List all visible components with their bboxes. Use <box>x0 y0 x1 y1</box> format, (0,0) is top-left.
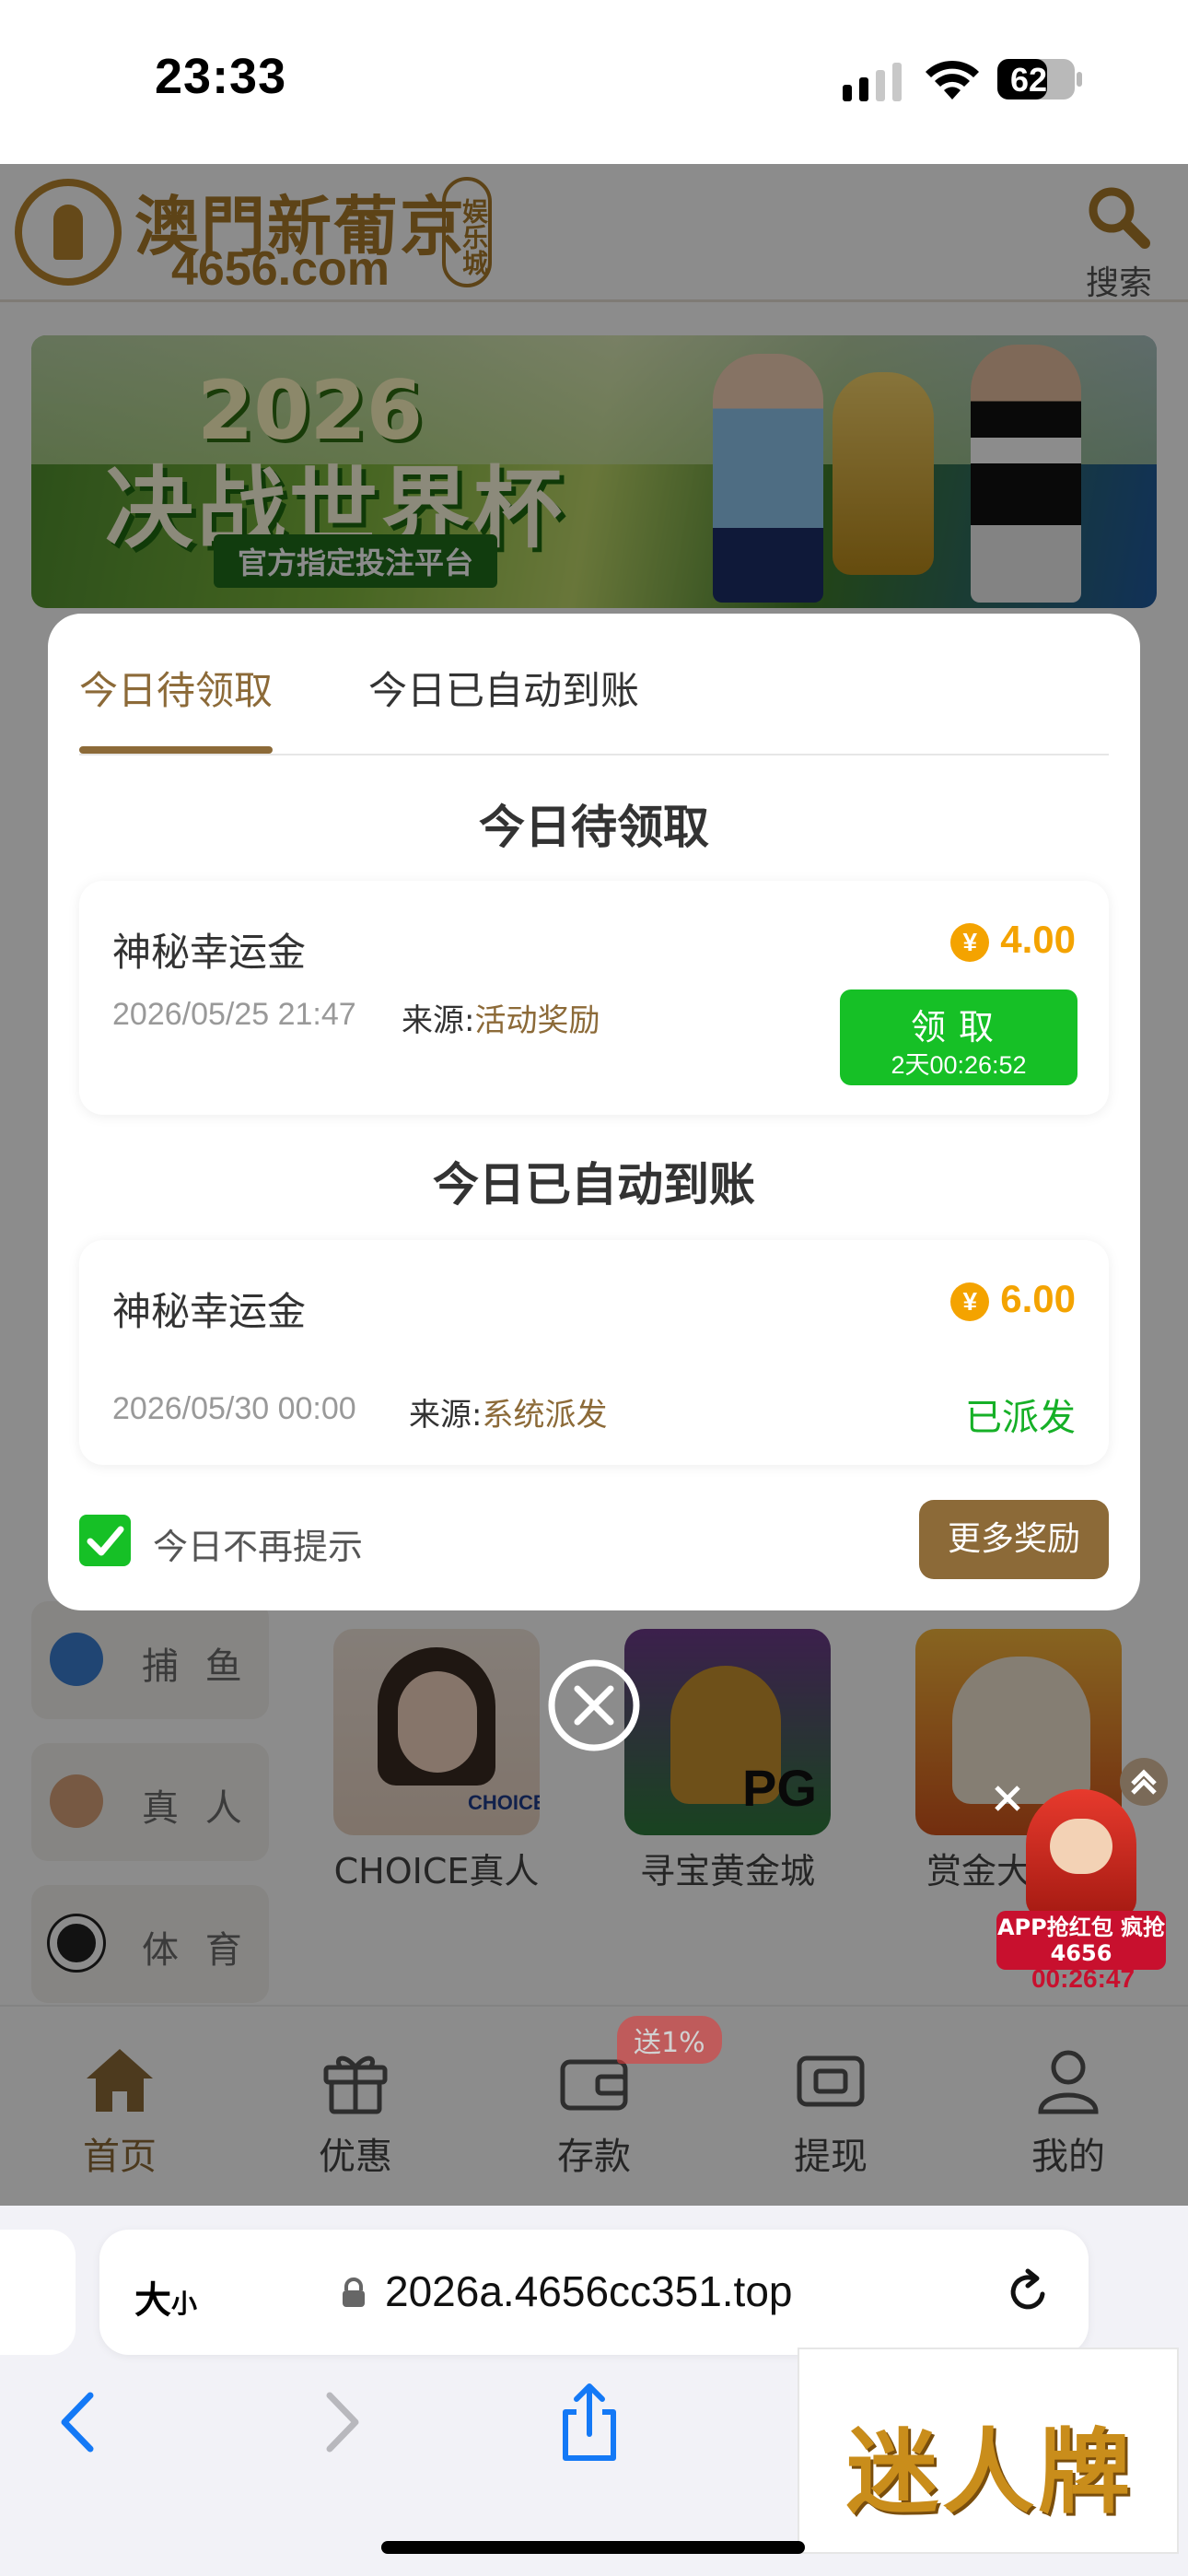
battery-icon: 62 <box>997 57 1084 101</box>
promo-close-icon[interactable] <box>989 1780 1026 1817</box>
scroll-top-icon[interactable] <box>1118 1756 1170 1808</box>
deposit-bonus-badge: 送1% <box>617 2016 722 2064</box>
reward-modal: 今日待领取 今日已自动到账 今日待领取 神秘幸运金 ¥4.00 2026/05/… <box>48 614 1140 1610</box>
reward-source: 来源:活动奖励 <box>402 995 600 1040</box>
page-settings-button[interactable]: 大小 <box>134 2270 197 2324</box>
promo-face <box>1050 1819 1112 1874</box>
previous-tab-peek[interactable] <box>0 2230 76 2355</box>
reward-amount: ¥6.00 <box>950 1277 1076 1321</box>
close-icon[interactable] <box>545 1657 643 1754</box>
status-time: 23:33 <box>155 49 287 104</box>
claim-label: 领取 <box>910 1007 1007 1048</box>
share-icon[interactable] <box>553 2381 626 2464</box>
more-rewards-button[interactable]: 更多奖励 <box>919 1500 1109 1579</box>
reward-date: 2026/05/25 21:47 <box>112 997 356 1032</box>
paid-status: 已派发 <box>965 1397 1076 1439</box>
claim-countdown: 2天00:26:52 <box>891 1051 1027 1079</box>
watermark-logo: 迷人牌 <box>798 2348 1179 2554</box>
url-text[interactable]: 2026a.4656cc351.top <box>385 2266 793 2316</box>
reward-amount-value: 4.00 <box>1000 918 1076 961</box>
credited-section-title: 今日已自动到账 <box>433 1158 755 1212</box>
cellular-signal-icon <box>843 63 902 101</box>
tab-pending[interactable]: 今日待领取 <box>79 660 273 716</box>
reward-amount: ¥4.00 <box>950 918 1076 962</box>
source-value: 活动奖励 <box>474 1002 600 1039</box>
wifi-icon <box>926 60 979 100</box>
lock-icon <box>343 2277 365 2307</box>
tab-credited[interactable]: 今日已自动到账 <box>368 660 639 716</box>
claim-button[interactable]: 领取 2天00:26:52 <box>840 989 1077 1085</box>
reload-icon[interactable] <box>1002 2266 1054 2318</box>
yuan-coin-icon: ¥ <box>950 923 990 962</box>
address-bar[interactable]: 大小 2026a.4656cc351.top <box>99 2230 1089 2355</box>
yuan-coin-icon: ¥ <box>950 1282 990 1321</box>
source-label: 来源: <box>402 1002 475 1039</box>
source-value: 系统派发 <box>482 1397 608 1434</box>
reward-name: 神秘幸运金 <box>112 1289 307 1334</box>
reward-date: 2026/05/30 00:00 <box>112 1391 356 1426</box>
active-tab-indicator <box>79 746 273 754</box>
checkmark-icon <box>87 1526 124 1556</box>
credited-reward-card: 神秘幸运金 ¥6.00 2026/05/30 00:00 来源:系统派发 已派发 <box>79 1240 1109 1465</box>
forward-icon[interactable] <box>304 2381 378 2464</box>
battery-level: 62 <box>1010 61 1048 99</box>
promo-text: APP抢红包 疯抢4656 <box>996 1911 1166 1970</box>
back-icon[interactable] <box>42 2381 116 2464</box>
pending-section-title: 今日待领取 <box>479 801 709 854</box>
source-label: 来源: <box>409 1397 483 1434</box>
dont-show-today-label[interactable]: 今日不再提示 <box>153 1518 363 1569</box>
watermark-text: 迷人牌 <box>846 2418 1134 2526</box>
reward-source: 来源:系统派发 <box>409 1389 607 1434</box>
promo-timer: 00:26:47 <box>1031 1964 1136 1993</box>
red-packet-promo[interactable]: APP抢红包 疯抢4656 00:26:47 <box>989 1758 1173 1993</box>
home-indicator[interactable] <box>381 2541 805 2554</box>
pending-reward-card: 神秘幸运金 ¥4.00 2026/05/25 21:47 来源:活动奖励 领取 … <box>79 881 1109 1115</box>
screen: 23:33 62 澳門新葡京 4656.com 娱乐城 搜索 2026 决战世界… <box>0 0 1188 2576</box>
dont-show-today-checkbox[interactable] <box>79 1515 131 1566</box>
status-bar: 23:33 62 <box>0 0 1188 164</box>
reward-name: 神秘幸运金 <box>112 930 307 975</box>
modal-tabs: 今日待领取 今日已自动到账 <box>79 614 1109 755</box>
reward-amount-value: 6.00 <box>1000 1277 1076 1320</box>
